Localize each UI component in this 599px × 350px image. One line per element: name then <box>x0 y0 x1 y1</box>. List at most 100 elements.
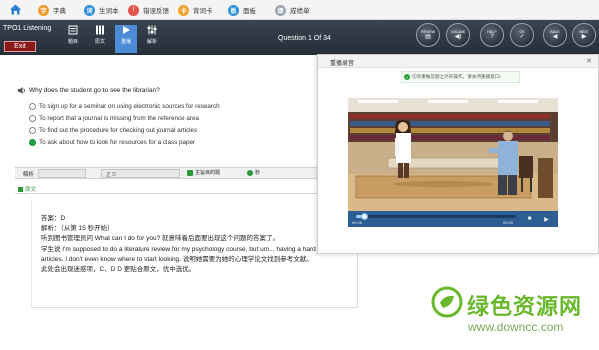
test-title: TPO1 Listening <box>3 25 52 32</box>
tool-analysis[interactable]: 解析 <box>141 25 163 53</box>
panel-icon: 板 <box>228 4 239 16</box>
analysis-line: 此处会出现迷惑项，C、D D 更贴合原文，优中选优。 <box>41 266 196 273</box>
document-icon <box>18 186 23 192</box>
nav-dictionary[interactable]: 字 字典 <box>38 3 66 17</box>
nav-vocabulary-book-label: 生词本 <box>99 8 119 15</box>
watermark-logo <box>431 286 463 318</box>
question-icon <box>68 25 78 35</box>
close-icon[interactable]: ✕ <box>586 57 592 65</box>
answer-option-d[interactable]: To ask about how to look for resources f… <box>29 139 195 146</box>
option-radio[interactable] <box>29 103 36 110</box>
feedback-icon: ! <box>128 4 139 16</box>
dialog-title: 重播录音 <box>330 61 355 67</box>
answer-option-a[interactable]: To sign up for a seminar on using electr… <box>29 103 220 110</box>
help-icon: ? <box>490 33 494 40</box>
option-text: To sign up for a seminar on using electr… <box>39 103 220 110</box>
analysis-line: 解析：（从第 15 秒开始） <box>41 225 114 232</box>
nav-feedback[interactable]: ! 错误反馈 <box>128 3 169 17</box>
home-icon[interactable] <box>9 3 22 16</box>
tab-original-text[interactable]: 原文 <box>18 185 36 193</box>
analysis-line: articles. I don't even know where to sta… <box>41 256 313 263</box>
total-time: 00:40 <box>503 220 514 225</box>
tab-original-label: 原文 <box>25 187 37 193</box>
report-card-icon: 绩 <box>275 4 286 16</box>
transcript-tab-bar <box>15 182 358 194</box>
check-icon: ✓ <box>404 74 410 80</box>
answer-segment-text: 正 D <box>106 172 117 178</box>
nav-panel-label: 面板 <box>243 8 256 15</box>
answer-option-c[interactable]: To find out the procedure for checking o… <box>29 127 197 134</box>
tool-question-label: 题目 <box>67 39 78 45</box>
tool-question[interactable]: 题目 <box>62 25 84 53</box>
dictionary-icon: 字 <box>38 4 49 16</box>
review-button[interactable]: REVIEW ▤ <box>416 23 440 47</box>
tool-transcript[interactable]: 原文 <box>89 25 111 53</box>
tool-replay[interactable]: 重播 <box>115 25 137 53</box>
analysis-line: 听到图书管理员问 What can I do for you? 就意味着后面要出… <box>41 235 280 242</box>
audio-speaker-icon[interactable] <box>18 87 26 94</box>
answer-option-b[interactable]: To report that a journal is missing from… <box>29 115 199 122</box>
nav-flashcard-label: 背词卡 <box>193 8 213 15</box>
tool-transcript-label: 原文 <box>94 39 105 45</box>
nav-dictionary-label: 字典 <box>53 8 66 15</box>
vocabulary-book-icon: 词 <box>84 4 95 16</box>
clock-icon <box>247 169 253 176</box>
dialog-header: 重播录音 ✕ <box>318 55 598 68</box>
analysis-bar: 解析 正 D 主旨目的题 秒 <box>15 167 358 179</box>
video-progress-track[interactable] <box>356 213 516 220</box>
analysis-icon <box>147 25 157 35</box>
tool-analysis-label: 解析 <box>146 39 157 45</box>
flashcard-icon: 卡 <box>178 4 189 16</box>
question-prompt: Why does the student go to see the libra… <box>18 87 160 94</box>
analysis-line: 学生说 I'm supposed to do a literature revi… <box>41 246 327 253</box>
nav-flashcard[interactable]: 卡 背词卡 <box>178 3 213 17</box>
question-counter: Question 1 Of 34 <box>278 35 331 42</box>
top-nav: 字 字典 词 生词本 ! 错误反馈 卡 背词卡 板 面板 绩 成绩单 <box>0 0 599 20</box>
nav-vocabulary-book[interactable]: 词 生词本 <box>84 3 119 17</box>
option-radio[interactable] <box>29 127 36 134</box>
analysis-divider-segment <box>38 169 86 178</box>
volume-button[interactable]: VOLUME ◀) <box>446 23 470 47</box>
option-text: To find out the procedure for checking o… <box>39 127 198 134</box>
answer-segment: 正 D <box>101 169 180 178</box>
library-scene-image <box>348 98 558 211</box>
test-toolbar: TPO1 Listening Exit 题目 原文 重播 解析 Question… <box>0 20 599 55</box>
help-button[interactable]: HELP ? <box>480 23 504 47</box>
timer-label: 秒 <box>255 170 261 176</box>
option-text: To report that a journal is missing from… <box>39 115 199 122</box>
question-text: Why does the student go to see the libra… <box>29 87 160 94</box>
option-radio-selected[interactable] <box>29 139 36 146</box>
analysis-label: 解析 <box>23 172 35 178</box>
question-type-label: 主旨目的题 <box>195 170 221 176</box>
nav-panel[interactable]: 板 面板 <box>228 3 256 17</box>
option-radio[interactable] <box>29 115 36 122</box>
next-button[interactable]: NEXT ▶ <box>572 23 596 47</box>
ok-button[interactable]: OK ✓ <box>510 23 534 47</box>
back-icon: ◀ <box>552 33 558 40</box>
play-icon[interactable]: ▶ <box>541 214 552 224</box>
video-progress-handle[interactable] <box>361 213 368 220</box>
ok-icon: ✓ <box>519 33 525 40</box>
video-player-controls: 00:06 00:40 ■ ▶ <box>348 211 558 227</box>
topic-icon <box>187 169 193 176</box>
watermark-url: www.downcc.com <box>468 320 564 334</box>
replay-icon <box>123 26 130 34</box>
nav-feedback-label: 错误反馈 <box>143 8 169 15</box>
exit-button[interactable]: Exit <box>4 41 36 52</box>
notice-text: 切勿重做答题之外的操作，请关闭重播窗口! <box>412 74 501 79</box>
replay-video-dialog: 重播录音 ✕ ✓ 切勿重做答题之外的操作，请关闭重播窗口! 00:06 00:4… <box>317 54 599 254</box>
stop-icon[interactable]: ■ <box>524 214 535 224</box>
timer-tag: 秒 <box>247 169 260 176</box>
transcript-icon <box>96 25 104 35</box>
option-text: To ask about how to look for resources f… <box>39 139 196 146</box>
dialog-notice: ✓ 切勿重做答题之外的操作，请关闭重播窗口! <box>401 71 520 83</box>
next-icon: ▶ <box>581 33 587 40</box>
back-button[interactable]: BACK ◀ <box>543 23 567 47</box>
analysis-answer-line: 答案：D <box>41 215 66 222</box>
watermark-title: 绿色资源网 <box>467 294 583 319</box>
current-time: 00:06 <box>352 220 363 225</box>
nav-report-card[interactable]: 绩 成绩单 <box>275 3 310 17</box>
volume-icon: ◀) <box>454 33 462 40</box>
video-frame[interactable] <box>348 98 558 211</box>
tool-replay-label: 重播 <box>120 39 131 45</box>
